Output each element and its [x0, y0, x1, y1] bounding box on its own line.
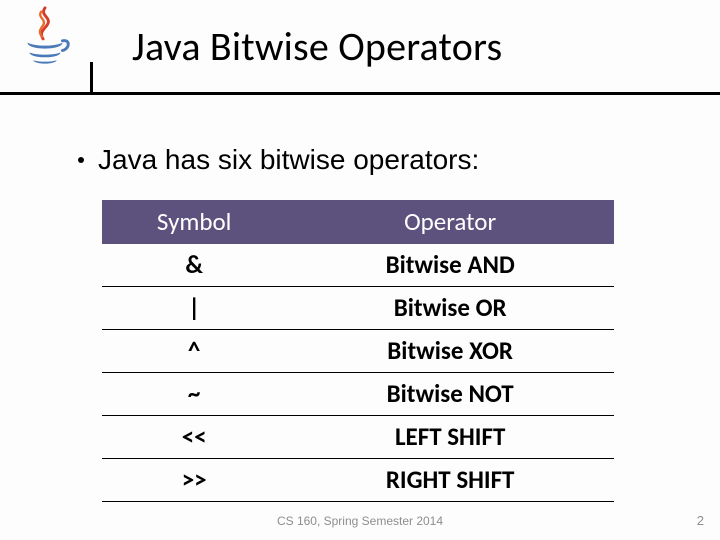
bullet-line: Java has six bitwise operators:: [78, 144, 479, 176]
table-header-operator: Operator: [286, 200, 614, 244]
cell-symbol: >>: [102, 459, 286, 502]
table-header-row: Symbol Operator: [102, 200, 614, 244]
cell-symbol: ~: [102, 373, 286, 416]
table-row: << LEFT SHIFT: [102, 416, 614, 459]
table-row: ~ Bitwise NOT: [102, 373, 614, 416]
footer-course: CS 160, Spring Semester 2014: [0, 514, 720, 528]
title-rule-vertical: [90, 62, 93, 95]
slide-title: Java Bitwise Operators: [132, 22, 502, 71]
java-logo-icon: [14, 4, 76, 66]
slide-header: Java Bitwise Operators: [0, 0, 720, 110]
cell-operator: Bitwise AND: [286, 244, 614, 287]
footer-page-number: 2: [697, 513, 704, 528]
cell-operator: LEFT SHIFT: [286, 416, 614, 459]
cell-symbol: <<: [102, 416, 286, 459]
cell-operator: Bitwise XOR: [286, 330, 614, 373]
bullet-text: Java has six bitwise operators:: [98, 144, 479, 175]
cell-operator: Bitwise OR: [286, 287, 614, 330]
cell-symbol: ^: [102, 330, 286, 373]
table-row: & Bitwise AND: [102, 244, 614, 287]
table-header-symbol: Symbol: [102, 200, 286, 244]
table-row: | Bitwise OR: [102, 287, 614, 330]
cell-operator: Bitwise NOT: [286, 373, 614, 416]
cell-symbol: |: [102, 287, 286, 330]
title-rule-horizontal: [0, 92, 720, 95]
table-row: >> RIGHT SHIFT: [102, 459, 614, 502]
table-row: ^ Bitwise XOR: [102, 330, 614, 373]
operators-table: Symbol Operator & Bitwise AND | Bitwise …: [102, 200, 614, 502]
cell-operator: RIGHT SHIFT: [286, 459, 614, 502]
cell-symbol: &: [102, 244, 286, 287]
bullet-dot-icon: [78, 157, 84, 163]
